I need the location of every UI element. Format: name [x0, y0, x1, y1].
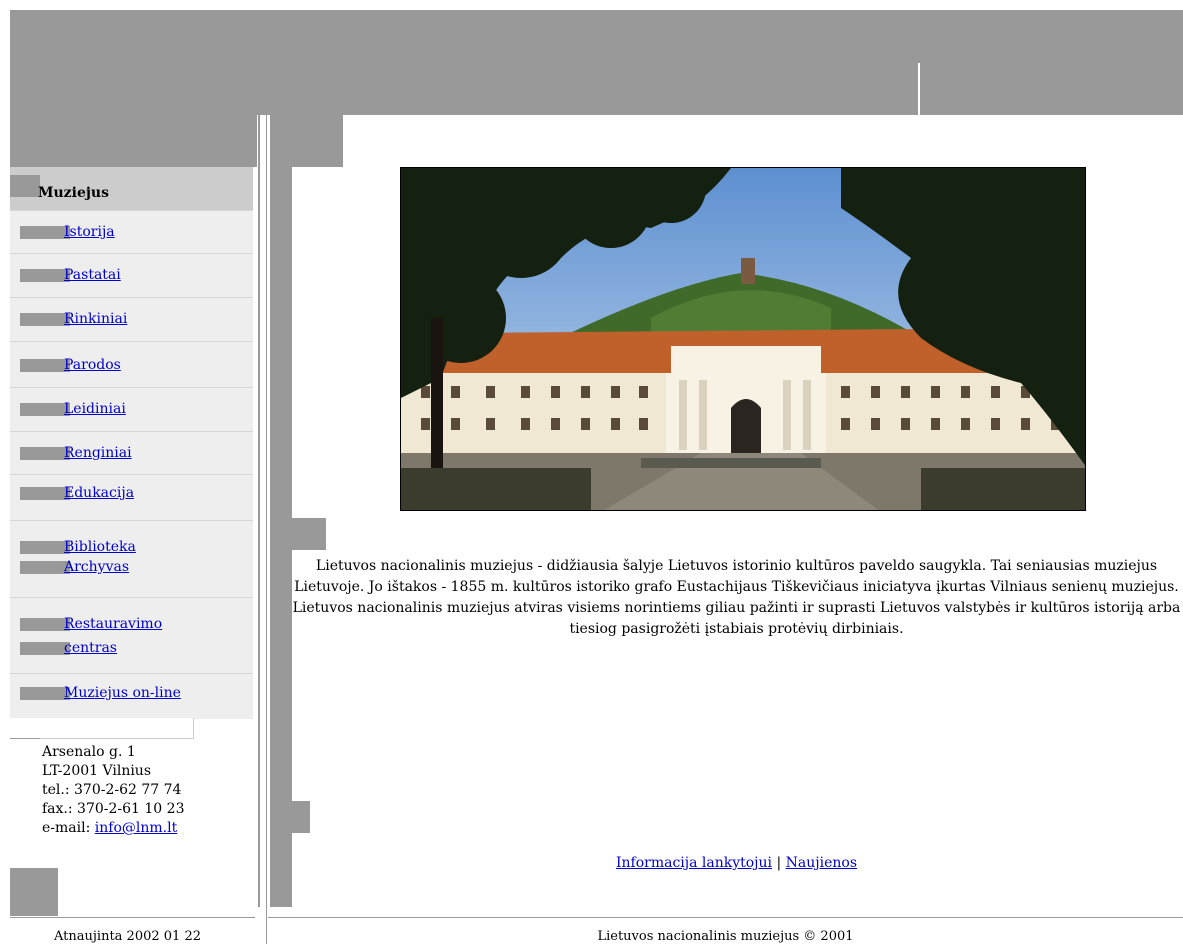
footer-line-left	[10, 917, 255, 918]
museum-photo-drawing	[401, 168, 1085, 510]
menu-header-title: Muziejus	[38, 185, 109, 201]
menu-item-restauravimo-centras[interactable]: Restauravimo centras	[10, 598, 253, 674]
menu-item-parodos[interactable]: Parodos	[10, 342, 253, 388]
vertical-divider-thin	[266, 115, 267, 944]
top-banner	[10, 10, 1183, 115]
visitor-info-link[interactable]: Informacija lankytojui	[616, 855, 772, 871]
menu-link-pastatai[interactable]: Pastatai	[64, 267, 121, 283]
menu-item-istorija[interactable]: Istorija	[10, 211, 253, 254]
footer-updated: Atnaujinta 2002 01 22	[54, 929, 201, 944]
menu-item-marker	[20, 487, 70, 500]
sidebar-menu: Muziejus Istorija Pastatai Rinkiniai Par…	[10, 167, 253, 719]
menu-link-edukacija[interactable]: Edukacija	[64, 485, 134, 501]
menu-item-pastatai[interactable]: Pastatai	[10, 254, 253, 298]
menu-bottom-box	[10, 718, 194, 739]
address-street: Arsenalo g. 1	[42, 744, 136, 760]
address-city: LT-2001 Vilnius	[42, 763, 152, 779]
menu-link-istorija[interactable]: Istorija	[64, 224, 115, 240]
footer-copyright: Lietuvos nacionalinis muziejus © 2001	[597, 929, 854, 944]
inner-left-column	[270, 115, 292, 907]
menu-item-renginiai[interactable]: Renginiai	[10, 432, 253, 475]
footer-line-right	[268, 917, 1183, 918]
vertical-divider	[258, 115, 260, 907]
banner-divider	[918, 63, 920, 115]
menu-item-marker	[20, 642, 70, 655]
menu-link-parodos[interactable]: Parodos	[64, 357, 121, 373]
menu-item-marker	[20, 359, 70, 372]
menu-item-marker	[20, 561, 70, 574]
menu-header: Muziejus	[10, 167, 253, 211]
menu-link-leidiniai[interactable]: Leidiniai	[64, 401, 126, 417]
menu-item-biblioteka-archyvas[interactable]: Biblioteka Archyvas	[10, 521, 253, 598]
address-fax: fax.: 370-2-61 10 23	[42, 801, 185, 817]
menu-link-restauravimo[interactable]: Restauravimo	[64, 616, 162, 632]
menu-item-marker	[20, 447, 70, 460]
menu-item-marker	[20, 226, 70, 239]
museum-description: Lietuvos nacionalinis muziejus - didžiau…	[292, 558, 1181, 637]
inner-small-block-1	[270, 518, 326, 550]
address-email-link[interactable]: info@lnm.lt	[95, 820, 177, 836]
menu-item-on-line[interactable]: Muziejus on-line	[10, 674, 253, 719]
inner-corner-block	[270, 115, 343, 167]
left-bottom-block	[10, 868, 58, 916]
menu-item-marker	[20, 687, 70, 700]
menu-item-rinkiniai[interactable]: Rinkiniai	[10, 298, 253, 342]
news-link[interactable]: Naujienos	[786, 855, 857, 871]
left-top-block	[10, 115, 257, 167]
address-email-label: e-mail:	[42, 820, 95, 836]
menu-link-on-line[interactable]: Muziejus on-line	[64, 685, 181, 701]
bottom-links: Informacija lankytojui | Naujienos	[290, 855, 1183, 871]
menu-link-biblioteka[interactable]: Biblioteka	[64, 539, 136, 555]
menu-item-marker	[20, 618, 70, 631]
menu-link-centras[interactable]: centras	[64, 640, 117, 656]
menu-link-rinkiniai[interactable]: Rinkiniai	[64, 311, 127, 327]
menu-item-marker	[20, 541, 70, 554]
menu-link-archyvas[interactable]: Archyvas	[64, 559, 129, 575]
menu-header-marker	[10, 175, 40, 197]
menu-item-edukacija[interactable]: Edukacija	[10, 475, 253, 521]
link-separator: |	[776, 855, 782, 871]
contact-address: Arsenalo g. 1 LT-2001 Vilnius tel.: 370-…	[42, 743, 184, 838]
address-tel: tel.: 370-2-62 77 74	[42, 782, 182, 798]
menu-item-marker	[20, 269, 70, 282]
menu-bottom-line	[10, 738, 40, 739]
address-email-row: e-mail: info@lnm.lt	[42, 819, 184, 838]
menu-item-marker	[20, 403, 70, 416]
inner-small-block-2	[270, 801, 310, 833]
menu-item-marker	[20, 313, 70, 326]
menu-item-leidiniai[interactable]: Leidiniai	[10, 388, 253, 432]
menu-link-renginiai[interactable]: Renginiai	[64, 445, 132, 461]
museum-photo	[400, 167, 1086, 511]
